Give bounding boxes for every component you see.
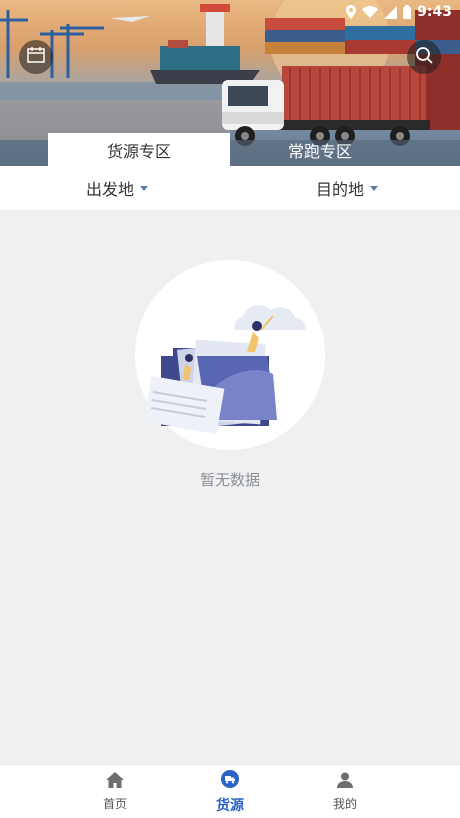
bottom-nav: 首页 货源 我的 bbox=[0, 764, 460, 818]
status-time: 9:43 bbox=[417, 4, 452, 20]
filter-bar: 出发地 目的地 bbox=[0, 166, 460, 210]
home-icon bbox=[106, 772, 124, 792]
location-icon bbox=[346, 5, 357, 19]
user-icon bbox=[337, 772, 353, 792]
nav-item-mine[interactable]: 我的 bbox=[295, 765, 395, 818]
nav-item-supply[interactable]: 货源 bbox=[180, 765, 280, 818]
search-icon bbox=[415, 46, 433, 68]
destination-filter-label: 目的地 bbox=[316, 180, 365, 199]
wifi-icon bbox=[362, 6, 379, 18]
search-button[interactable] bbox=[407, 40, 441, 74]
caret-down-icon bbox=[140, 185, 149, 191]
battery-icon bbox=[403, 5, 412, 19]
status-bar: 9:43 bbox=[346, 0, 460, 24]
caret-down-icon bbox=[370, 185, 379, 191]
truck-icon bbox=[221, 769, 239, 792]
nav-item-home[interactable]: 首页 bbox=[65, 765, 165, 818]
destination-filter-dropdown[interactable]: 目的地 bbox=[316, 166, 379, 210]
tab-regular-routes[interactable]: 常跑专区 bbox=[230, 133, 410, 166]
origin-filter-label: 出发地 bbox=[86, 180, 135, 199]
empty-folder-illustration bbox=[135, 260, 325, 450]
calendar-button[interactable] bbox=[19, 40, 53, 74]
signal-icon bbox=[384, 5, 398, 19]
empty-state-text: 暂无数据 bbox=[199, 471, 260, 489]
origin-filter-dropdown[interactable]: 出发地 bbox=[86, 166, 149, 210]
tab-supply-zone[interactable]: 货源专区 bbox=[48, 133, 230, 166]
nav-item-label: 我的 bbox=[332, 797, 357, 811]
nav-item-label: 货源 bbox=[216, 797, 244, 814]
nav-item-label: 首页 bbox=[102, 797, 127, 811]
calendar-icon bbox=[27, 47, 45, 67]
